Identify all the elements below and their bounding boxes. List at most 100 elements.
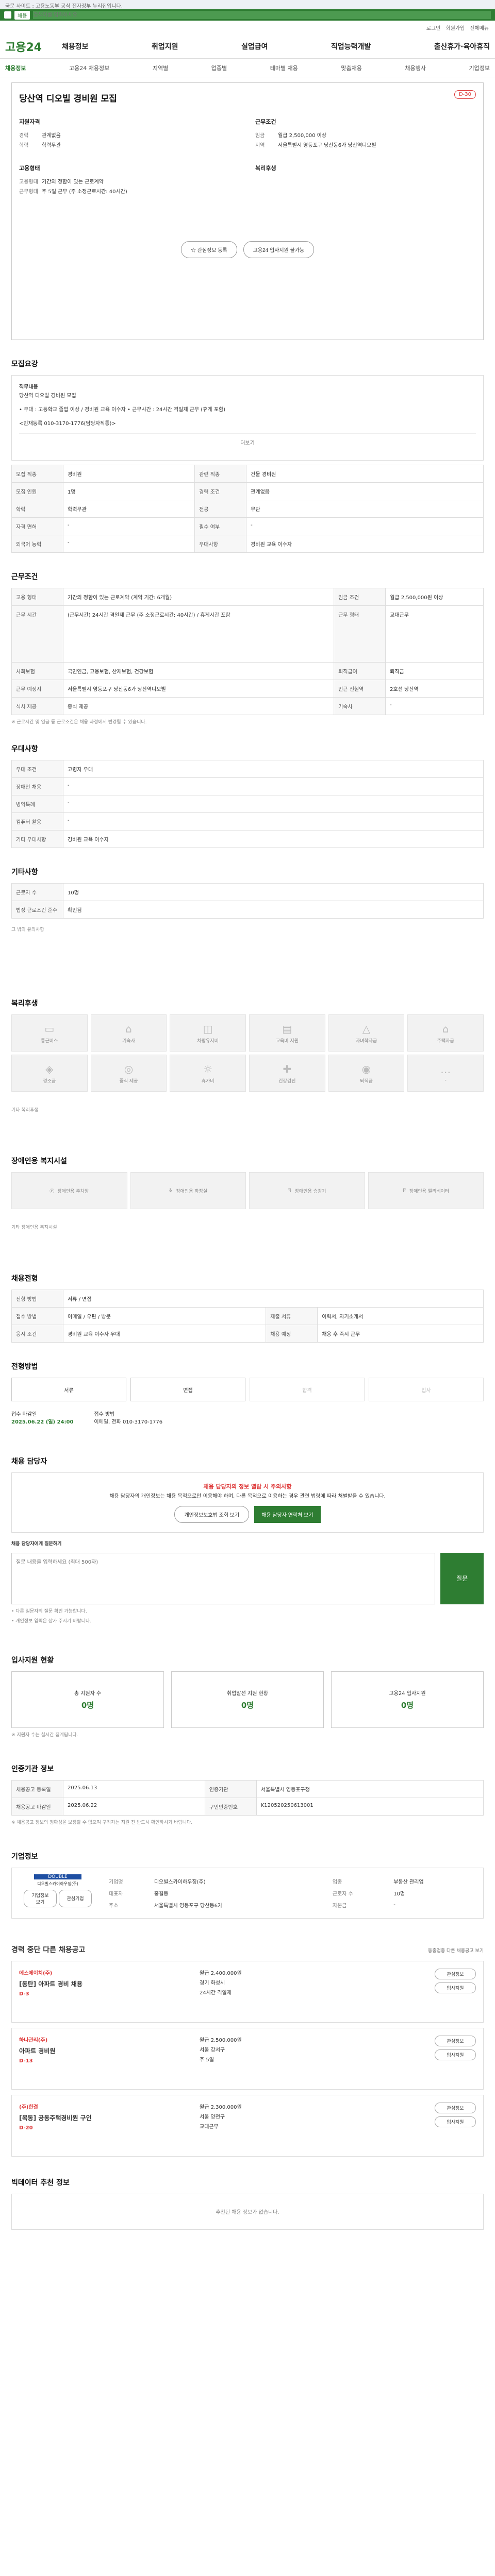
schedule-value: 이메일, 전화 010-3170-1776 <box>94 1419 163 1425</box>
related-apply-button[interactable]: 입사지원 <box>435 2116 476 2127</box>
gnb-item[interactable]: 취업지원 <box>152 41 178 52</box>
lnb-item[interactable]: 채용정보 <box>5 64 26 72</box>
gnb-item[interactable]: 출산휴가·육아휴직 <box>434 41 490 52</box>
kv-key: 근무형태 <box>19 189 38 195</box>
qna-submit-button[interactable]: 질문 <box>440 1552 484 1604</box>
signup-link[interactable]: 회원가입 <box>446 24 465 31</box>
related-title[interactable]: [동탄] 아파트 경비 채용 <box>19 1979 200 1988</box>
welfare-card: ⌂ 주택자금 <box>407 1014 484 1052</box>
section-title: 기업정보 <box>11 1852 38 1861</box>
lnb-item[interactable]: 기업정보 <box>469 64 489 72</box>
login-link[interactable]: 로그인 <box>426 24 441 31</box>
welfare-card: ◉ 퇴직금 <box>328 1055 405 1092</box>
global-nav: 고용24 채용정보 취업지원 실업급여 직업능력개발 출산휴가·육아휴직 <box>0 34 495 59</box>
welfare-card: ▤ 교육비 지원 <box>249 1014 325 1052</box>
more-button[interactable]: 더보기 <box>19 433 476 453</box>
related-time: 24시간 격일제 <box>200 1990 232 1996</box>
qna-heading: 채용 담당자에게 질문하기 <box>11 1541 62 1547</box>
company-logo-text: 디오빌스카이하우징(주) <box>37 1881 78 1886</box>
related-dday: D-13 <box>19 2058 33 2064</box>
cap-icon: △ <box>362 1022 371 1035</box>
apply-note: ※ 지원자 수는 실시간 집계됩니다. <box>11 1732 78 1738</box>
schedule-value: 2025.06.22 (일) 24:00 <box>11 1419 74 1425</box>
work-table: 고용 형태 기간의 정함이 있는 근로계약 (계약 기간: 6개월) 임금 조건 월급… <box>11 588 484 715</box>
search-input[interactable] <box>33 11 491 19</box>
lnb-item[interactable]: 맞춤채용 <box>341 64 361 72</box>
kv-key: 경력 <box>19 133 29 139</box>
lnb-item[interactable]: 채용행사 <box>405 64 425 72</box>
gov-notice: 국문 사이트 : 고용노동부 공식 전자정부 누리집입니다. <box>0 0 495 9</box>
stat-card: 취업알선 지원 현황 0명 <box>171 1671 324 1728</box>
lnb-item[interactable]: 고용24 채용정보 <box>69 64 109 72</box>
welfare-card: ▭ 통근버스 <box>11 1014 88 1052</box>
work-heading: 직무내용 <box>19 384 38 390</box>
facility-card: ⇵ 장애인용 엘리베이터 <box>368 1172 484 1209</box>
welfare-card: ☼ 휴가비 <box>170 1055 246 1092</box>
section-title: 모집요강 <box>11 360 38 368</box>
stat-card: 총 지원자 수 0명 <box>11 1671 164 1728</box>
employment-type-heading: 고용형태 <box>19 165 40 172</box>
pref-table: 우대 조건 고령자 우대 장애인 채용 - 병역특례 - 컴퓨터 활용 - 기타 우대사… <box>11 760 484 848</box>
schedule: 접수 마감일 2025.06.22 (일) 24:00 접수 방법 이메일, 전화 … <box>11 1410 484 1425</box>
logo-icon <box>4 11 11 19</box>
etc-more: 그 밖의 유의사항 <box>11 927 44 933</box>
company-box: DOUBLE 디오빌스카이하우징(주) 기업정보 보기 관심기업 기업명 디오빌스… <box>11 1867 484 1919</box>
lnb-item[interactable]: 테마별 채용 <box>270 64 298 72</box>
schedule-key: 접수 방법 <box>94 1412 115 1417</box>
toilet-icon: ♿ <box>169 1188 173 1193</box>
company-interest-button[interactable]: 관심기업 <box>59 1889 92 1907</box>
gnb-item[interactable]: 직업능력개발 <box>331 41 371 52</box>
related-job-item: 에스에이치(주) [동탄] 아파트 경비 채용 D-3 월급 2,400,000원 경… <box>11 1960 484 2023</box>
related-interest-button[interactable]: 관심정보 <box>435 2102 476 2113</box>
related-job-item: (주)한결 [목동] 공동주택경비원 구인 D-20 월급 2,300,000원 서울… <box>11 2094 484 2157</box>
welfare-heading: 복리후생 <box>255 165 276 172</box>
contact-text: <인재등록 010-3170-1776(담당자직통)> <box>19 421 116 427</box>
lnb-item[interactable]: 업종별 <box>211 64 227 72</box>
related-more-link[interactable]: 동종업종 다른 채용공고 보기 <box>428 1947 484 1954</box>
meal-icon: ◎ <box>124 1062 134 1075</box>
section-title: 인증기관 정보 <box>11 1765 54 1773</box>
related-time: 주 5일 <box>200 2057 214 2063</box>
gnb-item[interactable]: 채용정보 <box>62 41 89 52</box>
gnb-item[interactable]: 실업급여 <box>241 41 268 52</box>
search-category[interactable]: 채용 <box>14 10 30 20</box>
kv-key: 임금 <box>255 133 265 139</box>
sun-icon: ☼ <box>203 1062 213 1075</box>
lift-icon: ⇅ <box>288 1188 292 1193</box>
welfare-card: ◎ 중식 제공 <box>90 1055 167 1092</box>
kv-value: 기간의 정함이 있는 근로계약 <box>42 179 104 185</box>
dday-badge: D-30 <box>454 90 476 99</box>
manager-text: 채용 담당자의 개인정보는 채용 목적으로만 이용해야 하며, 다른 목적으로 … <box>109 1493 386 1499</box>
section-title: 근무조건 <box>11 573 38 581</box>
related-title[interactable]: 아파트 경비원 <box>19 2046 200 2055</box>
related-apply-button[interactable]: 입사지원 <box>435 2049 476 2060</box>
company-info-button[interactable]: 기업정보 보기 <box>24 1889 57 1907</box>
car-icon: ◫ <box>203 1022 213 1035</box>
info-note: ※ 채용공고 정보의 정확성을 보장할 수 없으며 구직자는 지원 전 반드시 … <box>11 1820 193 1825</box>
facility-note: 기타 장애인용 복지시설 <box>11 1225 57 1230</box>
related-apply-button[interactable]: 입사지원 <box>435 1982 476 1993</box>
bus-icon: ▭ <box>44 1022 55 1035</box>
section-title: 우대사항 <box>11 745 38 753</box>
home-icon: ⌂ <box>442 1022 449 1035</box>
privacy-law-button[interactable]: 개인정보보호법 조회 보기 <box>174 1505 250 1523</box>
related-dday: D-3 <box>19 1991 29 1997</box>
related-interest-button[interactable]: 관심정보 <box>435 1968 476 1979</box>
lnb-item[interactable]: 지역별 <box>153 64 168 72</box>
related-interest-button[interactable]: 관심정보 <box>435 2035 476 2046</box>
related-job-item: 하나관리(주) 아파트 경비원 D-13 월급 2,500,000원 서울 강서구 주 … <box>11 2027 484 2090</box>
interest-button[interactable]: 관심정보 등록 <box>180 241 237 258</box>
apply-button[interactable]: 고용24 입사지원 불가능 <box>243 241 315 258</box>
company-logo-mark: DOUBLE <box>34 1874 81 1879</box>
section-title: 채용 담당자 <box>11 1458 47 1466</box>
kv-value: 월급 2,500,000 이상 <box>278 133 327 139</box>
related-pay: 월급 2,400,000원 <box>200 1970 242 1976</box>
related-title[interactable]: [목동] 공동주택경비원 구인 <box>19 2113 200 2122</box>
qna-textarea[interactable] <box>11 1552 435 1604</box>
manager-warning: 채용 담당자의 정보 열람 시 주의사항 <box>203 1483 292 1490</box>
site-logo[interactable]: 고용24 <box>5 38 62 55</box>
welfare-card: ◫ 차량유지비 <box>170 1014 246 1052</box>
all-menu-link[interactable]: 전체메뉴 <box>470 24 489 31</box>
stat-card: 고용24 입사지원 0명 <box>331 1671 484 1728</box>
contact-view-button[interactable]: 채용 담당자 연락처 보기 <box>254 1505 321 1523</box>
